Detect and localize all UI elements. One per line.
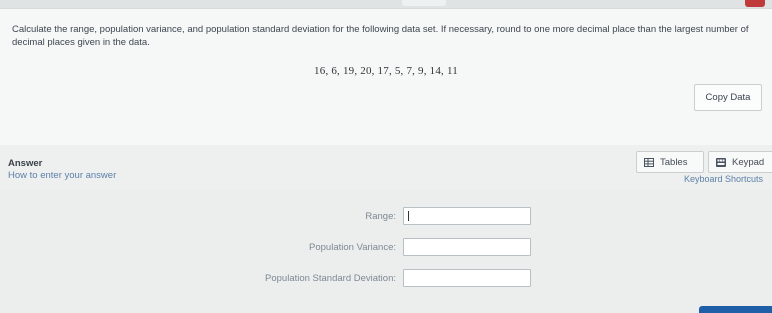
keypad-icon bbox=[716, 157, 726, 167]
how-to-enter-link[interactable]: How to enter your answer bbox=[8, 170, 116, 181]
range-label: Range: bbox=[365, 211, 396, 222]
keyboard-shortcuts-link[interactable]: Keyboard Shortcuts bbox=[684, 174, 763, 184]
copy-data-button[interactable]: Copy Data bbox=[694, 84, 762, 111]
tables-label: Tables bbox=[660, 156, 688, 168]
table-icon bbox=[644, 157, 654, 167]
answer-header: Answer How to enter your answer Tables K… bbox=[0, 145, 772, 190]
tables-button[interactable]: Tables bbox=[636, 151, 704, 173]
range-input[interactable] bbox=[403, 207, 531, 225]
top-strip bbox=[0, 0, 772, 8]
population-std-dev-label: Population Standard Deviation: bbox=[265, 273, 396, 284]
answer-area: Range: Population Variance: Population S… bbox=[0, 190, 772, 313]
top-tab bbox=[402, 0, 446, 6]
keypad-label: Keypad bbox=[732, 156, 765, 168]
keypad-button[interactable]: Keypad bbox=[708, 151, 772, 173]
data-set: 16, 6, 19, 20, 17, 5, 7, 9, 14, 11 bbox=[314, 65, 458, 77]
population-std-dev-row: Population Standard Deviation: bbox=[0, 269, 772, 289]
top-flag bbox=[745, 0, 765, 7]
population-variance-label: Population Variance: bbox=[309, 242, 396, 253]
text-caret bbox=[408, 211, 409, 221]
question-prompt: Calculate the range, population variance… bbox=[12, 24, 749, 48]
question-panel: Calculate the range, population variance… bbox=[0, 8, 772, 146]
submit-button-edge[interactable] bbox=[699, 306, 772, 313]
range-row: Range: bbox=[0, 207, 772, 227]
population-variance-row: Population Variance: bbox=[0, 238, 772, 258]
population-variance-input[interactable] bbox=[403, 238, 531, 256]
answer-title: Answer bbox=[8, 158, 43, 169]
population-std-dev-input[interactable] bbox=[403, 269, 531, 287]
